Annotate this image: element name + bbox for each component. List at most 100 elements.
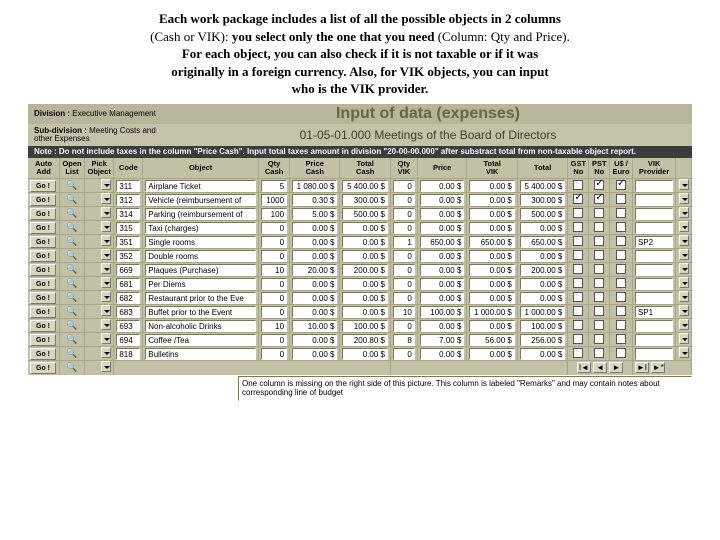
- us-euro-checkbox[interactable]: [616, 236, 626, 246]
- qty-vik-cell[interactable]: 0: [393, 348, 415, 360]
- pick-dropdown[interactable]: [101, 263, 111, 274]
- pick-dropdown[interactable]: [101, 179, 111, 190]
- vik-provider-dropdown[interactable]: [679, 235, 689, 246]
- us-euro-checkbox[interactable]: [616, 264, 626, 274]
- gst-no-checkbox[interactable]: [573, 222, 583, 232]
- code-cell[interactable]: 694: [116, 334, 140, 346]
- gst-no-checkbox[interactable]: [573, 264, 583, 274]
- object-cell[interactable]: Parking (reimbursement of: [145, 208, 256, 220]
- go-button[interactable]: Go !: [30, 236, 56, 248]
- price-vik-cell[interactable]: 650.00 $: [420, 236, 465, 248]
- price-cash-cell[interactable]: 1 080.00 $: [292, 180, 337, 192]
- pick-dropdown[interactable]: [101, 361, 111, 372]
- go-button[interactable]: Go !: [30, 334, 56, 346]
- price-cash-cell[interactable]: 0.00 $: [292, 306, 337, 318]
- price-vik-cell[interactable]: 0.00 $: [420, 278, 465, 290]
- object-cell[interactable]: Single rooms: [145, 236, 256, 248]
- qty-vik-cell[interactable]: 0: [393, 320, 415, 332]
- vik-provider-cell[interactable]: [635, 292, 673, 304]
- pick-dropdown[interactable]: [101, 207, 111, 218]
- object-cell[interactable]: Vehicle (reimbursement of: [145, 194, 256, 206]
- open-list-icon[interactable]: 🔍: [62, 349, 82, 358]
- code-cell[interactable]: 314: [116, 208, 140, 220]
- qty-cash-cell[interactable]: 0: [261, 250, 287, 262]
- pick-dropdown[interactable]: [101, 291, 111, 302]
- code-cell[interactable]: 352: [116, 250, 140, 262]
- vik-provider-dropdown[interactable]: [679, 263, 689, 274]
- go-button[interactable]: Go !: [30, 306, 56, 318]
- us-euro-checkbox[interactable]: [616, 348, 626, 358]
- code-cell[interactable]: 311: [116, 180, 140, 192]
- price-cash-cell[interactable]: 20.00 $: [292, 264, 337, 276]
- object-cell[interactable]: Buffet prior to the Event: [145, 306, 256, 318]
- vik-provider-dropdown[interactable]: [679, 333, 689, 344]
- us-euro-checkbox[interactable]: [616, 194, 626, 204]
- pick-dropdown[interactable]: [101, 347, 111, 358]
- vik-provider-cell[interactable]: [635, 334, 673, 346]
- object-cell[interactable]: Non-alcoholic Drinks: [145, 320, 256, 332]
- pst-no-checkbox[interactable]: [594, 180, 604, 190]
- vik-provider-dropdown[interactable]: [679, 291, 689, 302]
- go-button[interactable]: Go !: [30, 222, 56, 234]
- qty-cash-cell[interactable]: 0: [261, 236, 287, 248]
- pst-no-checkbox[interactable]: [594, 278, 604, 288]
- code-cell[interactable]: 312: [116, 194, 140, 206]
- qty-cash-cell[interactable]: 100: [261, 208, 287, 220]
- object-cell[interactable]: Bulletins: [145, 348, 256, 360]
- us-euro-checkbox[interactable]: [616, 222, 626, 232]
- vik-provider-dropdown[interactable]: [679, 221, 689, 232]
- nav-first[interactable]: I◄: [577, 362, 591, 373]
- vik-provider-cell[interactable]: SP1: [635, 306, 673, 318]
- open-list-icon[interactable]: 🔍: [62, 251, 82, 260]
- vik-provider-cell[interactable]: [635, 348, 673, 360]
- price-cash-cell[interactable]: 0.00 $: [292, 222, 337, 234]
- qty-vik-cell[interactable]: 10: [393, 306, 415, 318]
- gst-no-checkbox[interactable]: [573, 180, 583, 190]
- us-euro-checkbox[interactable]: [616, 278, 626, 288]
- gst-no-checkbox[interactable]: [573, 278, 583, 288]
- qty-vik-cell[interactable]: 0: [393, 264, 415, 276]
- price-cash-cell[interactable]: 5.00 $: [292, 208, 337, 220]
- open-list-icon[interactable]: 🔍: [62, 293, 82, 302]
- object-cell[interactable]: Per Diems: [145, 278, 256, 290]
- us-euro-checkbox[interactable]: [616, 250, 626, 260]
- pst-no-checkbox[interactable]: [594, 194, 604, 204]
- gst-no-checkbox[interactable]: [573, 208, 583, 218]
- us-euro-checkbox[interactable]: [616, 306, 626, 316]
- qty-cash-cell[interactable]: 0: [261, 292, 287, 304]
- pick-dropdown[interactable]: [101, 319, 111, 330]
- pst-no-checkbox[interactable]: [594, 348, 604, 358]
- us-euro-checkbox[interactable]: [616, 292, 626, 302]
- qty-vik-cell[interactable]: 1: [393, 236, 415, 248]
- price-vik-cell[interactable]: 0.00 $: [420, 208, 465, 220]
- pst-no-checkbox[interactable]: [594, 334, 604, 344]
- vik-provider-dropdown[interactable]: [679, 347, 689, 358]
- pst-no-checkbox[interactable]: [594, 208, 604, 218]
- open-list-icon[interactable]: 🔍: [62, 321, 82, 330]
- qty-vik-cell[interactable]: 0: [393, 222, 415, 234]
- pst-no-checkbox[interactable]: [594, 292, 604, 302]
- price-vik-cell[interactable]: 0.00 $: [420, 292, 465, 304]
- object-cell[interactable]: Restaurant prior to the Eve: [145, 292, 256, 304]
- qty-cash-cell[interactable]: 0: [261, 278, 287, 290]
- code-cell[interactable]: 315: [116, 222, 140, 234]
- qty-vik-cell[interactable]: 0: [393, 292, 415, 304]
- qty-vik-cell[interactable]: 0: [393, 250, 415, 262]
- vik-provider-dropdown[interactable]: [679, 193, 689, 204]
- go-button[interactable]: Go !: [30, 362, 56, 374]
- code-cell[interactable]: 683: [116, 306, 140, 318]
- qty-cash-cell[interactable]: 0: [261, 348, 287, 360]
- price-cash-cell[interactable]: 10.00 $: [292, 320, 337, 332]
- object-cell[interactable]: Taxi (charges): [145, 222, 256, 234]
- code-cell[interactable]: 693: [116, 320, 140, 332]
- object-cell[interactable]: Plaques (Purchase): [145, 264, 256, 276]
- nav-next[interactable]: ►: [609, 362, 623, 373]
- go-button[interactable]: Go !: [30, 278, 56, 290]
- code-cell[interactable]: 818: [116, 348, 140, 360]
- price-vik-cell[interactable]: 0.00 $: [420, 180, 465, 192]
- price-vik-cell[interactable]: 0.00 $: [420, 348, 465, 360]
- go-button[interactable]: Go !: [30, 180, 56, 192]
- price-cash-cell[interactable]: 0.00 $: [292, 292, 337, 304]
- qty-vik-cell[interactable]: 0: [393, 194, 415, 206]
- qty-cash-cell[interactable]: 10: [261, 264, 287, 276]
